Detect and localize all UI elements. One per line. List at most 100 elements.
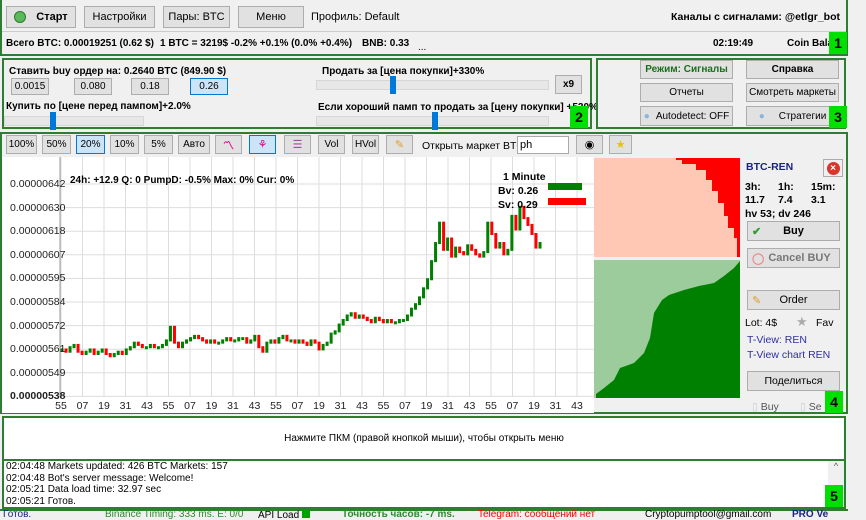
slider-thumb[interactable]	[390, 76, 397, 94]
start-button[interactable]: Старт	[6, 6, 76, 28]
zoom-10%[interactable]: 10%	[110, 135, 139, 154]
x-tick-label: 19	[205, 400, 218, 412]
sell-at-slider[interactable]	[316, 76, 549, 94]
signal-channels[interactable]: Каналы с сигналами: @etlgr_bot	[671, 11, 840, 23]
panel-badge-5: 5	[825, 485, 843, 507]
strategies-button[interactable]: ● Стратегии	[746, 106, 839, 126]
candle-up	[233, 339, 237, 343]
coin-pair[interactable]: BTC-REN	[746, 161, 793, 173]
slider-thumb[interactable]	[431, 112, 438, 130]
x-tick-label: 55	[162, 400, 175, 412]
view-markets-button[interactable]: Смотреть маркеты	[746, 83, 839, 102]
hint-panel[interactable]: Нажмите ПКМ (правой кнопкой мыши), чтобы…	[2, 416, 846, 461]
candles-icon[interactable]: ⚘	[249, 135, 276, 154]
zoom-5%[interactable]: 5%	[144, 135, 173, 154]
candle-up	[265, 341, 269, 353]
candle-up	[401, 319, 405, 323]
candle-up	[506, 248, 510, 256]
amount-0.080[interactable]: 0.080	[74, 78, 112, 95]
x-tick-label: 55	[55, 400, 67, 412]
zoom-50%[interactable]: 50%	[42, 135, 71, 154]
menu-button[interactable]: Меню	[238, 6, 304, 28]
pencil-icon[interactable]: ✎	[386, 135, 413, 154]
candle-down	[301, 339, 305, 344]
candle-down	[381, 319, 385, 324]
candle-down	[450, 237, 454, 258]
fav-star-icon[interactable]: ★	[796, 314, 808, 330]
candle-down	[442, 221, 446, 251]
reports-button[interactable]: Отчеты	[640, 83, 733, 102]
amount-0.0015[interactable]: 0.0015	[11, 78, 49, 95]
lot-size[interactable]: Lot: 4$	[745, 317, 777, 329]
more-dots[interactable]: ...	[418, 42, 426, 53]
x9-button[interactable]: x9	[555, 75, 582, 94]
candle-up	[337, 323, 341, 333]
candle-up	[225, 337, 229, 342]
buy-checkbox[interactable]: ▯ Buy	[752, 401, 779, 413]
x-tick-label: 07	[291, 400, 304, 412]
hvol-button[interactable]: HVol	[352, 135, 379, 154]
candle-up	[181, 341, 185, 349]
y-tick-label: 0.00000584	[10, 296, 66, 308]
sell-at-label: Продать за [цена покупки]+330%	[322, 66, 485, 77]
bulb-icon: ●	[643, 110, 650, 122]
candle-down	[273, 339, 277, 344]
zoom-20%[interactable]: 20%	[76, 135, 105, 154]
slider-thumb[interactable]	[50, 112, 57, 130]
x-tick-label: 31	[334, 400, 347, 412]
close-icon[interactable]: ×	[823, 159, 843, 177]
autodetect-button[interactable]: ● Autodetect: OFF	[640, 106, 733, 126]
sell-checkbox[interactable]: ▯ Se	[800, 401, 822, 413]
tview-link[interactable]: T-View: REN	[747, 334, 807, 346]
candle-down	[478, 253, 482, 258]
candle-up	[430, 260, 434, 281]
candle-up	[393, 321, 397, 325]
play-icon	[14, 11, 27, 23]
lines-icon[interactable]: ☰	[284, 135, 311, 154]
star-icon[interactable]: ★	[609, 135, 632, 154]
candle-up	[209, 339, 213, 344]
api-load: API Load	[258, 510, 310, 520]
candle-down	[120, 350, 124, 355]
candle-down	[76, 343, 80, 353]
candle-up	[88, 348, 92, 353]
vol-button[interactable]: Vol	[318, 135, 345, 154]
support-email[interactable]: Cryptopumptool@gmail.com	[645, 510, 771, 520]
x-tick-label: 19	[528, 400, 540, 412]
x-tick-label: 07	[184, 400, 196, 412]
x-tick-label: 55	[377, 400, 390, 412]
candle-down	[293, 339, 297, 344]
panel-badge-1: 1	[829, 32, 847, 54]
tview-chart-link[interactable]: T-View chart REN	[747, 349, 830, 361]
share-button[interactable]: Поделиться	[747, 371, 840, 391]
candle-up	[193, 334, 197, 340]
amount-0.18[interactable]: 0.18	[131, 78, 169, 95]
candle-down	[176, 341, 180, 349]
settings-button[interactable]: Настройки	[84, 6, 155, 28]
candle-down	[526, 217, 530, 226]
order-button[interactable]: ✎ Order	[747, 290, 840, 310]
amount-0.26[interactable]: 0.26	[190, 78, 228, 95]
line-chart-icon[interactable]: 〽	[215, 135, 242, 154]
zoom-Авто[interactable]: Авто	[178, 135, 210, 154]
zoom-100%[interactable]: 100%	[6, 135, 37, 154]
candle-up	[297, 339, 301, 344]
candle-up	[289, 339, 293, 343]
market-input[interactable]	[517, 136, 569, 154]
candle-up	[144, 346, 148, 350]
candle-down	[197, 334, 201, 340]
good-pump-slider[interactable]	[316, 112, 549, 130]
candle-up	[241, 337, 245, 341]
buy-button[interactable]: ✔ Buy	[747, 221, 840, 241]
candle-down	[474, 248, 478, 256]
clock: 02:19:49	[713, 38, 754, 49]
coin-balance[interactable]: Coin Bala	[787, 38, 829, 49]
fav-label[interactable]: Fav	[816, 317, 834, 329]
candle-up	[132, 341, 136, 349]
mode-signals-button[interactable]: Режим: Сигналы	[640, 60, 733, 79]
help-button[interactable]: Справка	[746, 60, 839, 79]
cancel-buy-button[interactable]: ◯ Cancel BUY	[747, 248, 840, 268]
spy-icon[interactable]: ◉	[576, 135, 603, 154]
pairs-button[interactable]: Пары: BTC	[163, 6, 230, 28]
buy-at-slider[interactable]	[4, 112, 144, 130]
